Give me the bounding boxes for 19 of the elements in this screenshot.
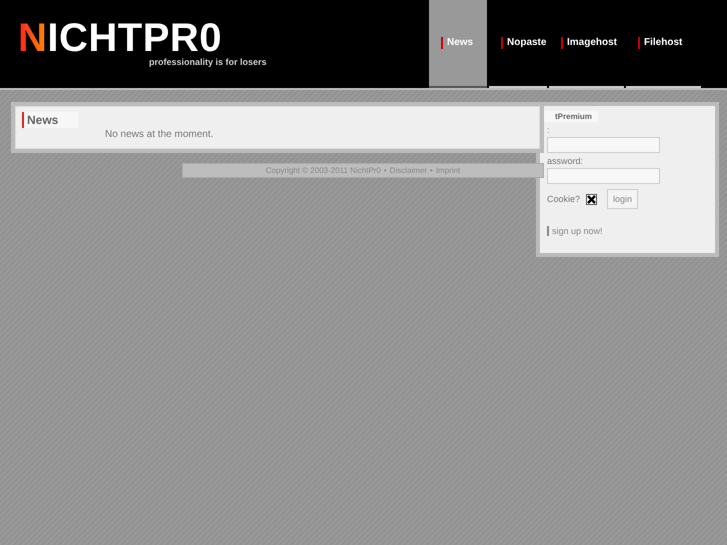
news-title: News <box>22 112 78 128</box>
username-field[interactable] <box>547 137 660 153</box>
field-label: : <box>547 125 551 135</box>
separator: • <box>384 166 387 175</box>
nav-tab[interactable]: News <box>429 0 487 88</box>
login-button[interactable]: login <box>607 189 638 209</box>
cookie-checkbox[interactable] <box>586 194 598 204</box>
separator: • <box>430 166 433 175</box>
tagline: professionality is for losers <box>149 57 268 67</box>
password-field[interactable] <box>547 168 660 184</box>
panel-title: tPremium <box>543 111 598 122</box>
nav-tab[interactable]: Imagehost <box>549 0 624 88</box>
cookie-label: Cookie? <box>547 194 580 204</box>
nav-tab[interactable]: Filehost <box>626 0 701 88</box>
signup-link[interactable]: sign up now! <box>547 226 603 236</box>
nav-tab[interactable]: Nopaste <box>489 0 547 88</box>
field-label: assword: <box>547 156 584 166</box>
news-message: No news at the moment. <box>105 129 214 140</box>
logo-text: ICHTPR0 <box>47 20 222 56</box>
